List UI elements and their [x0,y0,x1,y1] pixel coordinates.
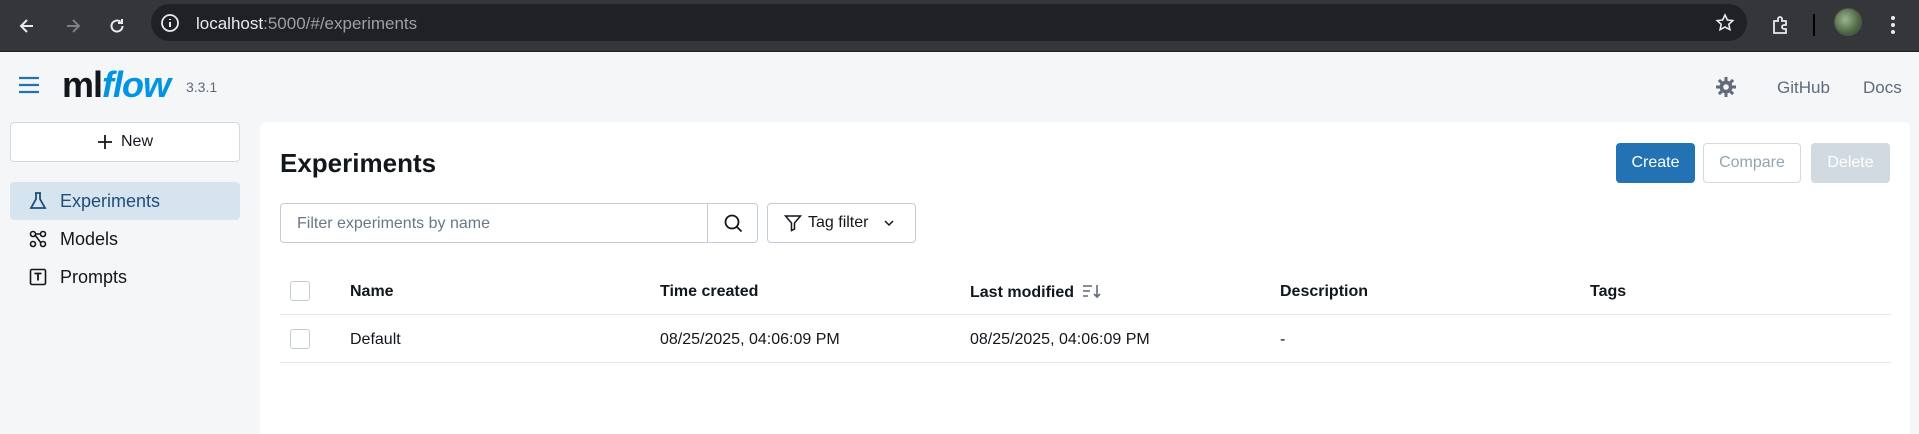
models-icon [29,230,47,248]
table-row: Default 08/25/2025, 04:06:09 PM 08/25/20… [280,315,1891,363]
app-header: mlflow 3.3.1 GitHub Docs [0,52,1919,122]
sidebar-item-label: Models [60,228,119,249]
experiment-name-link[interactable]: Default [350,331,401,349]
column-header-tags[interactable]: Tags [1590,283,1626,301]
search-input[interactable]: Filter experiments by name [297,215,490,233]
url-text: localhost:5000/#/experiments [196,14,417,34]
url-path: :5000/#/experiments [263,14,418,33]
experiment-search[interactable]: Filter experiments by name [280,203,758,243]
back-button[interactable] [11,10,43,42]
mlflow-logo[interactable]: mlflow [62,64,171,106]
version-label: 3.3.1 [186,79,218,95]
profile-avatar[interactable] [1834,8,1862,36]
logo-ml: ml [62,64,103,105]
compare-button[interactable]: Compare [1703,143,1801,183]
logo-flow: flow [102,64,171,105]
theme-gear-icon[interactable] [1715,76,1737,98]
sidebar: New Experiments Models Prompts [10,122,240,287]
column-header-last-modified[interactable]: Last modified [970,283,1102,302]
delete-button[interactable]: Delete [1811,143,1890,183]
tag-filter-dropdown[interactable]: Tag filter [767,203,916,243]
toolbar-divider [1813,14,1815,36]
time-created-cell: 08/25/2025, 04:06:09 PM [660,331,840,348]
search-button[interactable] [707,204,757,242]
bookmark-star-icon[interactable] [1715,13,1735,33]
arrow-right-icon [67,19,81,33]
filter-icon [784,215,802,232]
sidebar-item-label: Experiments [60,190,161,211]
tag-filter-label: Tag filter [808,214,869,231]
url-host: localhost [196,14,264,33]
new-button[interactable]: New [10,122,240,162]
sidebar-item-label: Prompts [60,266,128,287]
plus-icon [97,135,112,149]
sidebar-item-experiments[interactable]: Experiments [10,182,240,220]
chevron-down-icon [884,220,894,227]
row-checkbox[interactable] [290,329,310,349]
column-header-time-created[interactable]: Time created [660,283,758,301]
column-header-description[interactable]: Description [1280,283,1368,301]
prompt-icon [29,268,47,286]
more-vertical-icon [1891,16,1895,34]
last-modified-cell: 08/25/2025, 04:06:09 PM [970,331,1150,348]
sort-descending-icon[interactable] [1082,283,1102,299]
beaker-icon [29,192,47,209]
sidebar-item-prompts[interactable]: Prompts [10,258,240,296]
column-header-label: Last modified [970,284,1075,301]
sidebar-item-models[interactable]: Models [10,220,240,258]
browser-menu-button[interactable] [1878,10,1908,40]
new-button-label: New [120,133,153,150]
puzzle-icon [1773,16,1787,34]
site-info-icon[interactable] [159,12,181,34]
forward-button[interactable] [57,10,89,42]
hamburger-menu-icon[interactable] [18,76,40,94]
extensions-button[interactable] [1766,10,1796,40]
github-link[interactable]: GitHub [1777,78,1830,98]
create-button[interactable]: Create [1616,143,1695,183]
page-title: Experiments [280,148,437,178]
reload-button[interactable] [101,10,133,42]
arrow-left-icon [19,19,33,33]
main-panel: Experiments Create Compare Delete Filter… [260,122,1910,434]
browser-toolbar: localhost:5000/#/experiments [0,0,1919,52]
search-icon [724,214,742,233]
description-cell: - [1280,331,1286,348]
docs-link[interactable]: Docs [1863,78,1902,98]
select-all-checkbox[interactable] [290,281,310,301]
experiments-table: Name Time created Last modified Descript… [280,267,1891,363]
table-header-row: Name Time created Last modified Descript… [280,267,1891,315]
address-bar[interactable]: localhost:5000/#/experiments [151,4,1747,41]
column-header-name[interactable]: Name [350,283,394,301]
reload-icon [110,19,124,33]
